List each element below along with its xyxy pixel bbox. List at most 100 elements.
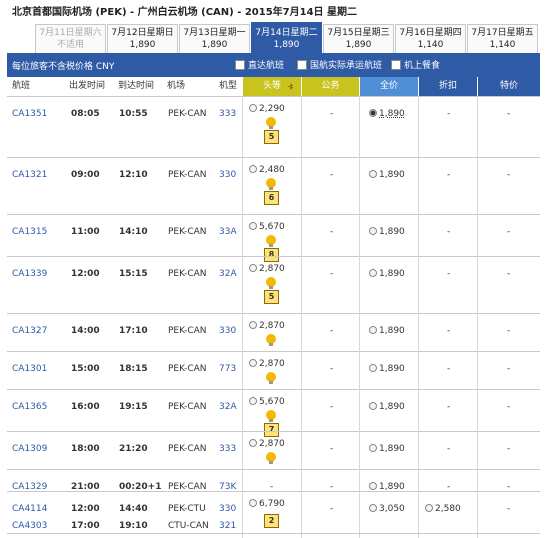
- first-class-fare[interactable]: 2,870: [249, 439, 285, 449]
- aircraft-type-link[interactable]: 321: [219, 521, 236, 531]
- first-class-fare[interactable]: 2,870: [249, 321, 285, 331]
- fare-radio[interactable]: [369, 227, 377, 235]
- arrive-time: 18:15: [119, 364, 148, 374]
- fare-radio[interactable]: [425, 504, 433, 512]
- full-fare[interactable]: 1,890: [369, 402, 405, 412]
- aircraft-type-link[interactable]: 33A: [219, 227, 237, 237]
- fare-radio[interactable]: [249, 165, 257, 173]
- full-fare[interactable]: 1,890: [369, 364, 405, 374]
- date-tab[interactable]: 7月16日星期四 1,140: [395, 24, 466, 53]
- checkbox-icon[interactable]: [235, 59, 245, 70]
- first-class-fare[interactable]: 2,870: [249, 264, 285, 274]
- full-fare[interactable]: 3,050: [369, 504, 405, 514]
- sort-arrows-icon: [288, 83, 293, 90]
- date-tab-label: 7月15日星期三: [327, 28, 390, 38]
- discount-fare: -: [447, 109, 451, 119]
- col-first-class[interactable]: 头等: [243, 77, 301, 96]
- filter-meal[interactable]: 机上餐食: [391, 58, 440, 71]
- fare-radio[interactable]: [369, 504, 377, 512]
- first-class-fare[interactable]: 2,480: [249, 165, 285, 175]
- airport-pair: PEK-CAN: [168, 269, 207, 279]
- flight-number-link[interactable]: CA1315: [12, 227, 47, 237]
- date-tab[interactable]: 7月12日星期日 1,890: [107, 24, 178, 53]
- aircraft-type-link[interactable]: 32A: [219, 269, 237, 279]
- col-discount[interactable]: 折扣: [419, 77, 477, 96]
- airport-pair: PEK-CAN: [168, 402, 207, 412]
- aircraft-type-link[interactable]: 330: [219, 170, 236, 180]
- fare-radio[interactable]: [249, 397, 257, 405]
- fare-radio[interactable]: [369, 482, 377, 490]
- first-class-fare[interactable]: 6,790: [249, 499, 285, 509]
- fare-radio[interactable]: [249, 264, 257, 272]
- fare-radio[interactable]: [369, 109, 377, 117]
- filter-direct[interactable]: 直达航班: [235, 58, 284, 71]
- filter-air-china-operated[interactable]: 国航实际承运航班: [297, 58, 382, 71]
- full-fare[interactable]: 1,890: [369, 170, 405, 180]
- fare-radio[interactable]: [249, 499, 257, 507]
- date-tab[interactable]: 7月14日星期二 1,890: [251, 22, 322, 53]
- date-tab: 7月11日星期六 不适用: [35, 24, 106, 53]
- flight-number-link[interactable]: CA4303: [12, 521, 47, 531]
- col-depart[interactable]: 出发时间: [69, 77, 105, 96]
- aircraft-type-link[interactable]: 330: [219, 504, 236, 514]
- aircraft-type-link[interactable]: 333: [219, 109, 236, 119]
- date-tab[interactable]: 7月13日星期一 1,890: [179, 24, 250, 53]
- fare-radio[interactable]: [249, 439, 257, 447]
- first-class-fare[interactable]: 5,670: [249, 222, 285, 232]
- full-fare[interactable]: 1,890: [369, 326, 405, 336]
- checkbox-icon[interactable]: [297, 59, 307, 70]
- aircraft-type-link[interactable]: 32A: [219, 402, 237, 412]
- fare-value: 5,670: [259, 397, 285, 407]
- flight-number-link[interactable]: CA1351: [12, 109, 47, 119]
- date-tab-price: 1,140: [489, 40, 516, 50]
- fare-radio[interactable]: [369, 170, 377, 178]
- col-full-fare[interactable]: 全价: [360, 77, 418, 96]
- full-fare[interactable]: 1,890: [369, 109, 405, 119]
- date-tab[interactable]: 7月15日星期三 1,890: [323, 24, 394, 53]
- aircraft-type-link[interactable]: 773: [219, 364, 236, 374]
- business-fare: -: [330, 504, 334, 514]
- flight-number-link[interactable]: CA1365: [12, 402, 47, 412]
- aircraft-type-link[interactable]: 333: [219, 444, 236, 454]
- first-class-fare[interactable]: 2,290: [249, 104, 285, 114]
- flight-row: CA1327 14:00 17:10 PEK-CAN 330 2,870 - 1,890 - -: [7, 313, 540, 351]
- fare-radio[interactable]: [369, 402, 377, 410]
- first-class-fare[interactable]: 5,670: [249, 397, 285, 407]
- fare-radio[interactable]: [249, 321, 257, 329]
- aircraft-type-link[interactable]: 330: [219, 326, 236, 336]
- column-divider: [301, 96, 302, 538]
- checkbox-icon[interactable]: [391, 59, 401, 70]
- fare-radio[interactable]: [369, 269, 377, 277]
- col-business-class[interactable]: 公务: [302, 77, 359, 96]
- date-tab[interactable]: 7月17日星期五 1,140: [467, 24, 538, 53]
- full-fare[interactable]: 1,890: [369, 269, 405, 279]
- flight-number-link[interactable]: CA1321: [12, 170, 47, 180]
- first-class-fare[interactable]: 2,870: [249, 359, 285, 369]
- flight-row: CA1315 11:00 14:10 PEK-CAN 33A 5,670 8-1,890- -: [7, 214, 540, 262]
- flight-number-link[interactable]: CA1339: [12, 269, 47, 279]
- fare-radio[interactable]: [369, 364, 377, 372]
- full-fare[interactable]: 1,890: [369, 444, 405, 454]
- discount-fare[interactable]: 2,580: [425, 504, 461, 514]
- business-fare: -: [330, 269, 334, 279]
- light-bulb-icon: [266, 334, 276, 346]
- flight-number-link[interactable]: CA1327: [12, 326, 47, 336]
- col-special[interactable]: 特价: [478, 77, 540, 96]
- date-tab-label: 7月11日星期六: [39, 28, 102, 38]
- fare-radio[interactable]: [249, 104, 257, 112]
- fare-radio[interactable]: [369, 326, 377, 334]
- business-fare: -: [330, 364, 334, 374]
- flight-number-link[interactable]: CA1301: [12, 364, 47, 374]
- flight-number-link[interactable]: CA1309: [12, 444, 47, 454]
- fare-radio[interactable]: [249, 359, 257, 367]
- depart-time: 12:00: [71, 504, 100, 514]
- fare-value: 1,890: [379, 170, 405, 180]
- depart-time: 11:00: [71, 227, 100, 237]
- col-arrive[interactable]: 到达时间: [118, 77, 154, 96]
- arrive-time: 10:55: [119, 109, 148, 119]
- business-fare: -: [330, 170, 334, 180]
- fare-radio[interactable]: [249, 222, 257, 230]
- flight-number-link[interactable]: CA4114: [12, 504, 47, 514]
- full-fare[interactable]: 1,890: [369, 227, 405, 237]
- fare-radio[interactable]: [369, 444, 377, 452]
